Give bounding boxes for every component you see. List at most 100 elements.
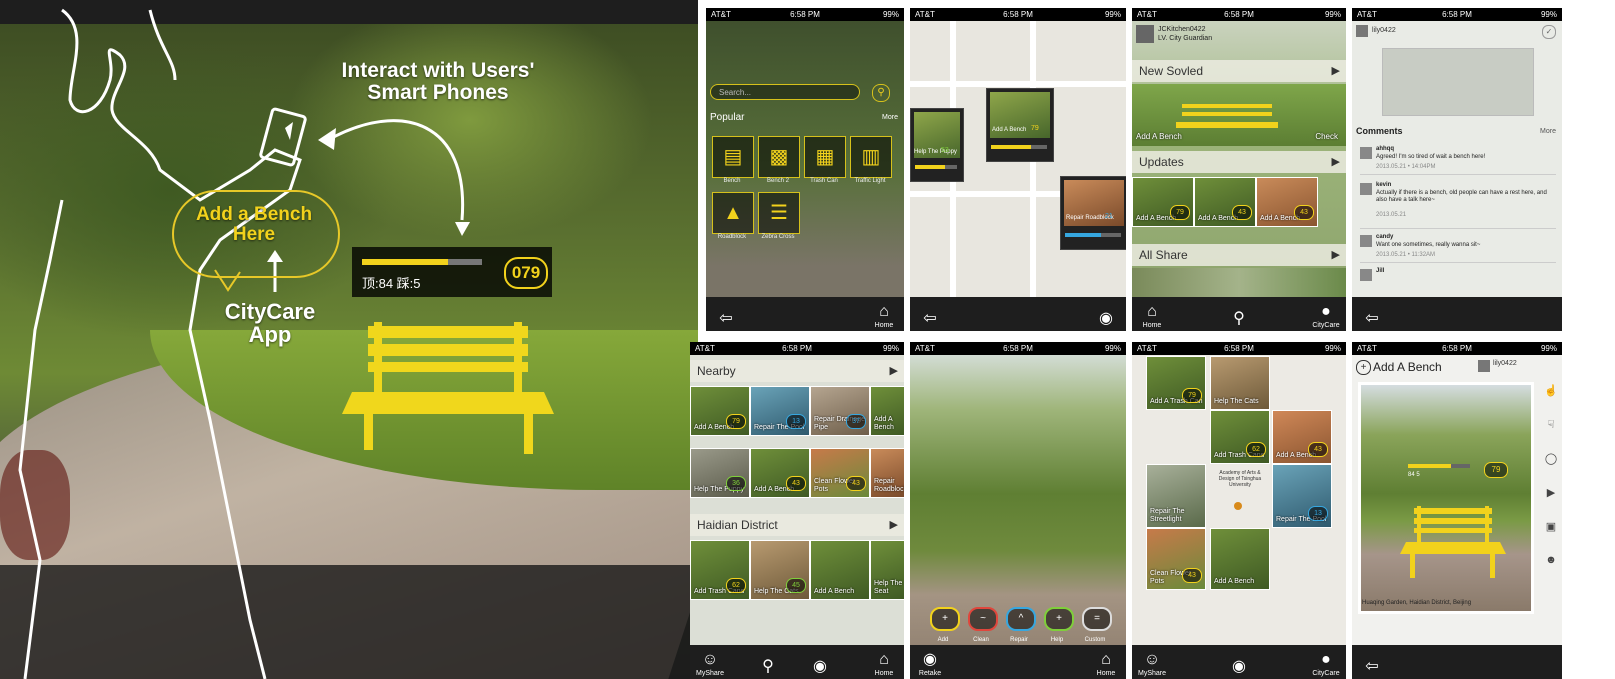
comment-item[interactable]: Jill: [1360, 266, 1556, 284]
search-button[interactable]: ⚲: [1221, 309, 1257, 329]
update-tile[interactable]: Add A Bench 43: [1194, 177, 1256, 227]
share-icon[interactable]: ▶: [1332, 244, 1340, 266]
nearby-tile[interactable]: Add A Bench: [870, 386, 904, 436]
nearby-tile[interactable]: Repair The Pool 13: [750, 386, 810, 436]
custom-action-button[interactable]: =: [1082, 607, 1112, 631]
nearby-tile[interactable]: Help The Puppy 36: [690, 448, 750, 498]
comment-item[interactable]: ahhqq Agreed! I'm so tired of wait a benc…: [1360, 144, 1556, 175]
collage-tile[interactable]: Add A Bench: [1210, 528, 1270, 590]
globe-icon: ●: [1321, 651, 1331, 668]
home-button[interactable]: ⌂ Home: [866, 650, 902, 677]
myshare-label: MyShare: [1137, 670, 1166, 677]
add-bench-label: Add A Bench: [1136, 132, 1182, 141]
category-bench[interactable]: ▤: [712, 136, 754, 178]
back-button[interactable]: ⇦: [1354, 657, 1390, 677]
citycare-button[interactable]: ● CityCare: [1308, 650, 1344, 677]
section-title: Updates: [1139, 155, 1184, 169]
search-icon[interactable]: ⚲: [872, 84, 890, 102]
update-tile[interactable]: Add A Bench 79: [1132, 177, 1194, 227]
nearby-tile[interactable]: Clean Flower Pots 43: [810, 448, 870, 498]
bench2-icon: ▩: [769, 146, 789, 168]
collage-tile[interactable]: Add A Trash Can 79: [1146, 356, 1206, 410]
campus-label: Academy of Arts & Design of Tsinghua Uni…: [1218, 470, 1262, 488]
avatar[interactable]: [1136, 25, 1154, 43]
back-button[interactable]: ⇦: [1354, 309, 1390, 329]
avatar[interactable]: [1478, 360, 1490, 372]
more-link[interactable]: More: [1540, 128, 1556, 135]
like-icon[interactable]: ☝: [1544, 384, 1558, 398]
location-button[interactable]: ◉: [802, 657, 838, 677]
nearby-tile[interactable]: Add A Bench: [810, 540, 870, 600]
nearby-tile[interactable]: Help The Cats 45: [750, 540, 810, 600]
bottom-nav: ◉ Retake ⌂ Home: [910, 645, 1126, 679]
retake-button[interactable]: ◉ Retake: [912, 650, 948, 677]
nearby-tile[interactable]: Add A Bench 79: [690, 386, 750, 436]
category-zebra-cross[interactable]: ☰: [758, 192, 800, 234]
avatar[interactable]: [1356, 25, 1368, 37]
photo-icon[interactable]: ▣: [1544, 520, 1558, 534]
home-button[interactable]: ⌂ Home: [1088, 650, 1124, 677]
collage-tile[interactable]: Add A Bench 43: [1272, 410, 1332, 464]
add-icon[interactable]: +: [1356, 360, 1371, 375]
share-strip[interactable]: [1132, 268, 1346, 297]
back-button[interactable]: ⇦: [708, 309, 744, 329]
comment-input[interactable]: [1382, 48, 1534, 116]
back-button[interactable]: ⇦: [912, 309, 948, 329]
category-trash-can[interactable]: ▦: [804, 136, 846, 178]
traffic-light-icon: ▥: [861, 146, 881, 168]
comment-item[interactable]: candy Want one sometimes, really wanna si…: [1360, 232, 1556, 263]
category-bench-2[interactable]: ▩: [758, 136, 800, 178]
nearby-tile[interactable]: Add A Bench 43: [750, 448, 810, 498]
category-traffic-light[interactable]: ▥: [850, 136, 892, 178]
myshare-label: MyShare: [695, 670, 724, 677]
more-link[interactable]: More: [882, 114, 898, 121]
search-button[interactable]: ⚲: [750, 657, 786, 677]
nearby-tile[interactable]: Repair Roadblock: [870, 448, 904, 498]
repair-action-button[interactable]: ^: [1006, 607, 1036, 631]
progress-fill: [362, 259, 449, 265]
share-icon[interactable]: ▶: [1544, 486, 1558, 500]
user-icon[interactable]: ☻: [1544, 554, 1558, 568]
camera-button[interactable]: ◉: [1221, 657, 1257, 677]
tile-count: 43: [1294, 205, 1314, 220]
myshare-button[interactable]: ☺ MyShare: [692, 650, 728, 677]
nearby-tile[interactable]: Repair Drainage Pipe 37: [810, 386, 870, 436]
close-icon[interactable]: ✓: [1542, 25, 1556, 39]
collage-tile[interactable]: Clean Flower Pots 43: [1146, 528, 1206, 590]
dislike-icon[interactable]: ☟: [1544, 418, 1558, 432]
avatar: [1360, 235, 1372, 247]
location-pin-icon[interactable]: [1234, 502, 1242, 510]
check-link[interactable]: Check: [1315, 132, 1338, 141]
map-pin-popup[interactable]: Repair Roadblock 21: [1060, 176, 1126, 250]
home-button[interactable]: ⌂ Home: [1134, 302, 1170, 329]
share-icon[interactable]: ▶: [890, 514, 898, 536]
collage-tile[interactable]: Add Trash Cans 62: [1210, 410, 1270, 464]
add-action-button[interactable]: +: [930, 607, 960, 631]
category-roadblock[interactable]: ▲: [712, 192, 754, 234]
collage-tile[interactable]: Repair The Streetlight: [1146, 464, 1206, 528]
nearby-tile[interactable]: Help The Seat: [870, 540, 904, 600]
comment-icon[interactable]: ◯: [1544, 452, 1558, 466]
collage-tile[interactable]: Repair The Pool 13: [1272, 464, 1332, 528]
clean-action-button[interactable]: ~: [968, 607, 998, 631]
map-pin-popup[interactable]: Help The Puppy 53: [910, 108, 964, 182]
update-tile[interactable]: Add A Bench 43: [1256, 177, 1318, 227]
share-icon[interactable]: ▶: [890, 360, 898, 382]
bench-icon: [1182, 112, 1272, 116]
myshare-button[interactable]: ☺ MyShare: [1134, 650, 1170, 677]
map-pin-popup[interactable]: Add A Bench 79: [986, 88, 1054, 162]
section-title: All Share: [1139, 248, 1188, 262]
home-button[interactable]: ⌂ Home: [866, 302, 902, 329]
search-input[interactable]: Search...: [710, 84, 860, 100]
nearby-tile[interactable]: Add Trash Cans 62: [690, 540, 750, 600]
share-icon[interactable]: ▶: [1332, 151, 1340, 173]
view-toggle-button[interactable]: ◉: [1088, 309, 1124, 329]
comment-item[interactable]: kevin Actually if there is a bench, old p…: [1360, 180, 1556, 229]
pin-progress-fill: [1065, 233, 1101, 237]
citycare-button[interactable]: ● CityCare: [1308, 302, 1344, 329]
help-action-button[interactable]: +: [1044, 607, 1074, 631]
comment-author: candy: [1376, 234, 1394, 240]
action-label: Repair: [1010, 637, 1028, 643]
share-icon[interactable]: ▶: [1332, 60, 1340, 82]
collage-tile[interactable]: Help The Cats: [1210, 356, 1270, 410]
